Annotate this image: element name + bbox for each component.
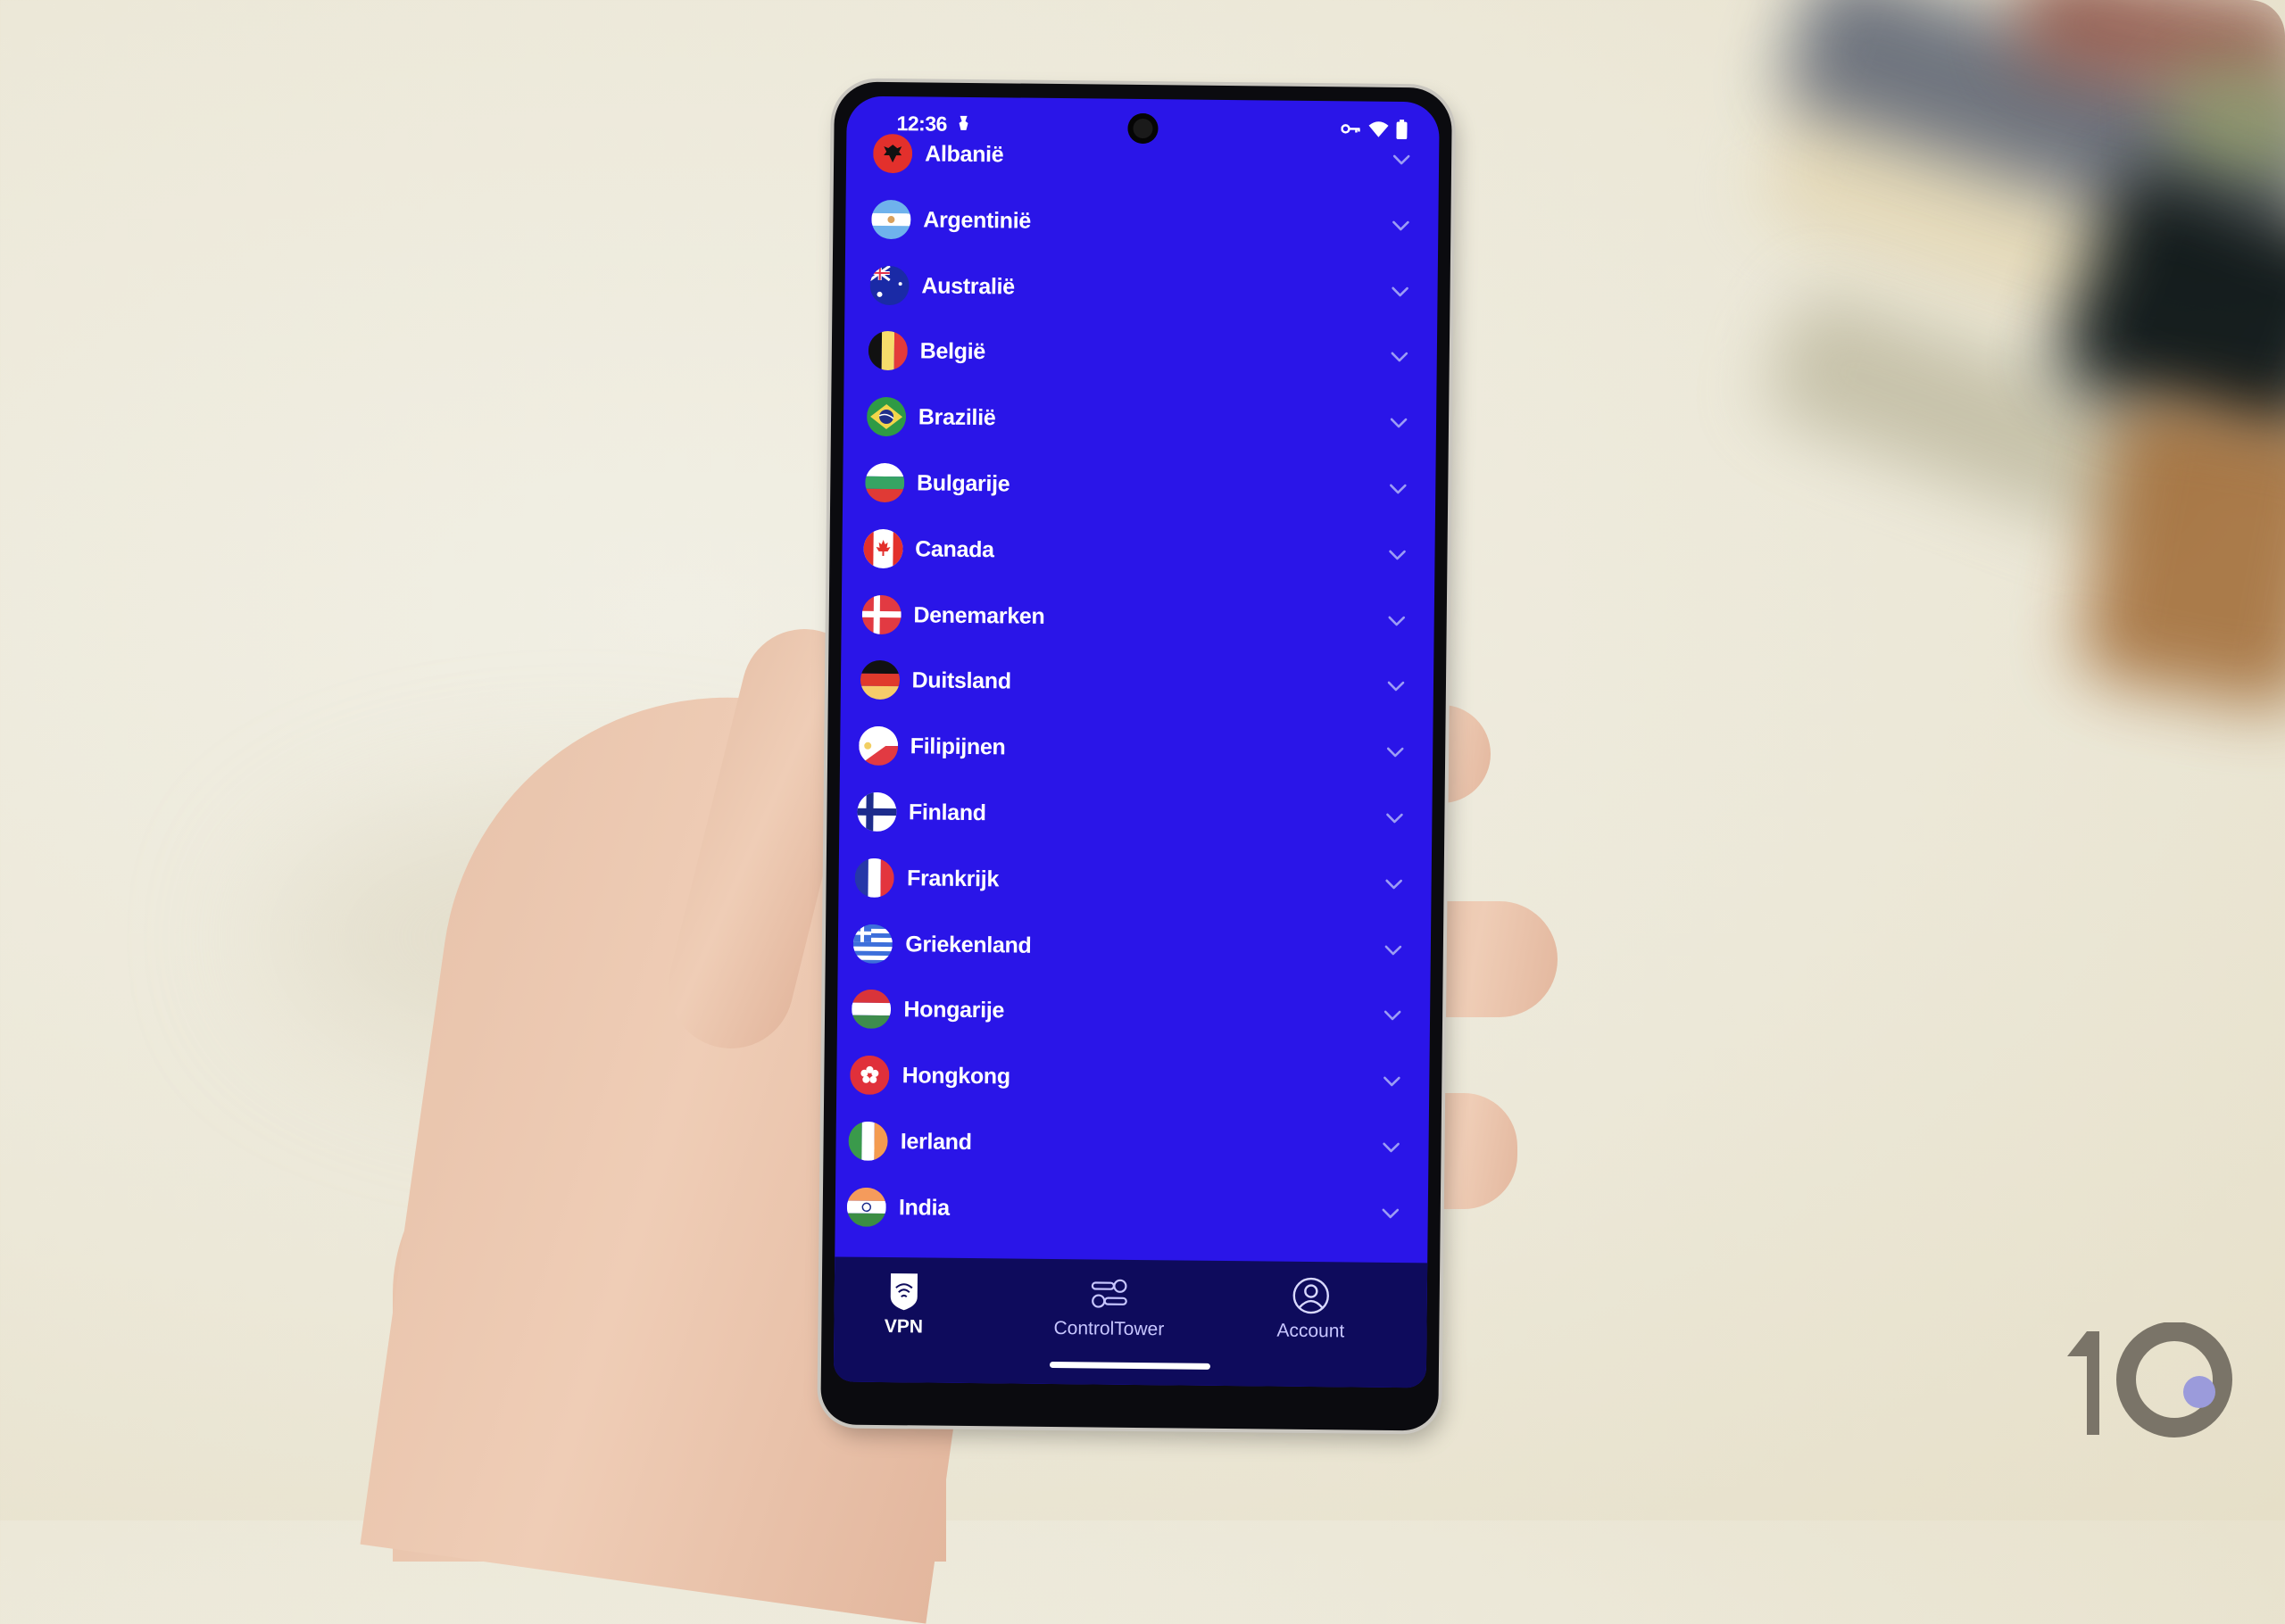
country-row[interactable]: Frankrijk bbox=[838, 845, 1432, 916]
germany-flag-icon bbox=[860, 660, 900, 700]
country-row[interactable]: Denemarken bbox=[841, 582, 1434, 652]
nav-label-vpn: VPN bbox=[884, 1316, 924, 1338]
country-row[interactable]: Ierland bbox=[835, 1108, 1429, 1179]
nav-item-vpn[interactable]: VPN bbox=[834, 1269, 985, 1338]
chevron-down-icon[interactable] bbox=[1392, 154, 1410, 165]
country-row[interactable]: Argentinië bbox=[845, 186, 1439, 257]
country-row[interactable]: Filipijnen bbox=[840, 714, 1433, 784]
country-row[interactable]: Griekenland bbox=[838, 911, 1432, 982]
country-name: Australië bbox=[921, 273, 1015, 300]
country-row[interactable]: Bulgarije bbox=[843, 451, 1436, 521]
phone: 12:36 AlbaniëArgentiniëAustraliëBelgi bbox=[820, 81, 1452, 1431]
bottom-navigation: VPN ControlTower Account bbox=[833, 1256, 1428, 1388]
chevron-down-icon[interactable] bbox=[1391, 352, 1408, 362]
india-flag-icon bbox=[846, 1187, 887, 1227]
chevron-down-icon[interactable] bbox=[1382, 1142, 1400, 1153]
country-row[interactable]: Australië bbox=[844, 253, 1438, 323]
country-name: Brazilië bbox=[918, 404, 996, 431]
country-row[interactable]: Albanië bbox=[846, 121, 1440, 192]
chevron-down-icon[interactable] bbox=[1389, 484, 1407, 494]
chevron-down-icon[interactable] bbox=[1385, 879, 1403, 890]
chevron-down-icon[interactable] bbox=[1387, 681, 1405, 692]
logo-dot bbox=[2183, 1376, 2215, 1408]
country-name: Denemarken bbox=[913, 601, 1045, 629]
nav-label-account: Account bbox=[1276, 1320, 1345, 1342]
chevron-down-icon[interactable] bbox=[1382, 1208, 1400, 1219]
phone-screen: 12:36 AlbaniëArgentiniëAustraliëBelgi bbox=[833, 95, 1440, 1388]
argentina-flag-icon bbox=[871, 199, 911, 240]
country-name: Argentinië bbox=[923, 207, 1032, 234]
chevron-down-icon[interactable] bbox=[1390, 418, 1408, 428]
country-row[interactable]: België bbox=[843, 319, 1437, 389]
home-indicator[interactable] bbox=[1049, 1361, 1210, 1370]
country-name: Hongkong bbox=[902, 1063, 1010, 1090]
country-row[interactable]: Hongarije bbox=[837, 977, 1431, 1048]
finland-flag-icon bbox=[856, 791, 897, 833]
belgium-flag-icon bbox=[868, 331, 908, 371]
country-name: Filipijnen bbox=[910, 733, 1006, 760]
chevron-down-icon[interactable] bbox=[1388, 615, 1406, 626]
country-name: Frankrijk bbox=[906, 866, 1000, 892]
hongkong-flag-icon bbox=[850, 1055, 890, 1096]
nav-item-controltower[interactable]: ControlTower bbox=[1028, 1272, 1190, 1341]
account-icon bbox=[1292, 1277, 1329, 1314]
chevron-down-icon[interactable] bbox=[1383, 1010, 1401, 1021]
canada-flag-icon bbox=[862, 528, 903, 568]
chevron-down-icon[interactable] bbox=[1383, 1076, 1400, 1087]
country-row[interactable]: Hongkong bbox=[836, 1043, 1430, 1114]
chevron-down-icon[interactable] bbox=[1392, 286, 1409, 297]
philippines-flag-icon bbox=[858, 725, 898, 766]
greece-flag-icon bbox=[853, 924, 893, 964]
vpn-shield-icon bbox=[890, 1273, 918, 1311]
country-name: Hongarije bbox=[903, 997, 1005, 1023]
chevron-down-icon[interactable] bbox=[1388, 550, 1406, 560]
country-name: Albanië bbox=[925, 141, 1004, 168]
country-row[interactable]: Canada bbox=[842, 516, 1435, 586]
country-name: Duitsland bbox=[911, 667, 1011, 694]
watermark-logo bbox=[2067, 1322, 2232, 1438]
nav-label-controltower: ControlTower bbox=[1053, 1318, 1165, 1340]
denmark-flag-icon bbox=[861, 594, 902, 634]
chevron-down-icon[interactable] bbox=[1384, 944, 1402, 955]
sliders-icon bbox=[1091, 1279, 1127, 1308]
chevron-down-icon[interactable] bbox=[1392, 220, 1409, 231]
brazil-flag-icon bbox=[866, 396, 907, 437]
blurred-book bbox=[2169, 62, 2285, 187]
ireland-flag-icon bbox=[848, 1121, 889, 1162]
country-row[interactable]: India bbox=[835, 1174, 1428, 1245]
country-name: Finland bbox=[908, 800, 986, 826]
country-row[interactable]: Finland bbox=[839, 779, 1433, 849]
nav-item-account[interactable]: Account bbox=[1230, 1273, 1392, 1343]
country-row[interactable]: Duitsland bbox=[841, 648, 1434, 718]
chevron-down-icon[interactable] bbox=[1385, 813, 1403, 824]
country-name: Canada bbox=[915, 536, 994, 563]
france-flag-icon bbox=[854, 858, 895, 898]
bulgaria-flag-icon bbox=[864, 462, 905, 503]
chevron-down-icon[interactable] bbox=[1386, 747, 1404, 758]
country-name: België bbox=[919, 338, 986, 365]
hungary-flag-icon bbox=[852, 990, 892, 1030]
country-name: Griekenland bbox=[905, 931, 1032, 958]
country-name: Ierland bbox=[900, 1129, 972, 1156]
country-row[interactable]: Brazilië bbox=[843, 385, 1437, 455]
country-name: India bbox=[898, 1194, 950, 1221]
logo-digit-one bbox=[2067, 1331, 2099, 1435]
country-name: Bulgarije bbox=[916, 470, 1010, 497]
country-list[interactable]: Albanië Argentinië Australië België Brazilië… bbox=[846, 133, 1439, 1227]
australia-flag-icon bbox=[869, 265, 910, 305]
albania-flag-icon bbox=[872, 133, 913, 174]
